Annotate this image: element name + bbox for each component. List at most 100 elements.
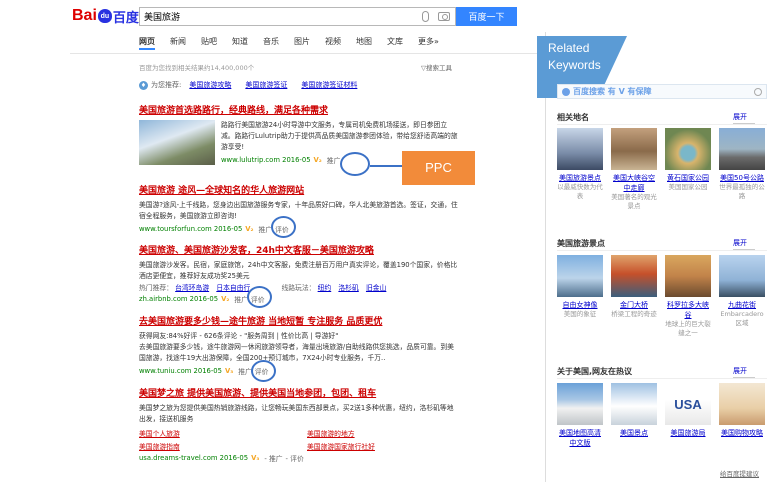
evaluate-link[interactable]: - 评价 [286,453,304,463]
line-link[interactable]: 纽约 [318,284,332,292]
baidu-logo[interactable]: Bai du 百度 [72,6,139,26]
camera-icon[interactable] [438,12,450,21]
tab-web[interactable]: 网页 [139,36,155,50]
v-badge-icon[interactable]: V₃ [251,454,259,462]
place-image[interactable] [719,128,765,170]
tab-map[interactable]: 地图 [356,36,372,50]
sub-link[interactable]: 美国旅游的地方 [307,428,457,438]
section-title: 美国旅游景点 [557,239,605,248]
place-image[interactable] [611,255,657,297]
place-card[interactable]: 金门大桥 桥梁工程的奇迹 [611,255,657,319]
topic-image[interactable]: USA [665,383,711,425]
line-link[interactable]: 旧金山 [366,284,386,292]
place-card[interactable]: 美国大峡谷空中走廊 美国著名的观光景点 [611,128,657,211]
place-image[interactable] [557,255,603,297]
place-card[interactable]: 自由女神像 美国的象征 [557,255,603,319]
place-desc: 美国的象征 [563,310,597,318]
tab-news[interactable]: 新闻 [170,36,186,50]
expand-link[interactable]: 展开 [733,366,755,378]
tab-music[interactable]: 音乐 [263,36,279,50]
sub-link[interactable]: 美国旅游国家旅行社好 [307,441,457,451]
topic-name[interactable]: 美国旅游局 [665,428,711,438]
place-image[interactable] [665,255,711,297]
result-url[interactable]: www.toursforfun.com [139,225,212,233]
tab-more[interactable]: 更多» [418,36,439,50]
topic-image[interactable] [557,383,603,425]
place-image[interactable] [719,255,765,297]
topic-name[interactable]: 美国购物攻略 [719,428,765,438]
hot-link[interactable]: 台湾环岛游 [175,284,209,292]
place-desc: 美国国家公园 [668,183,708,191]
result-title[interactable]: 美国旅游、美国旅游沙发客，24h中文客服－美国旅游攻略 [139,243,459,256]
tab-video[interactable]: 视频 [325,36,341,50]
recommend-link[interactable]: 美国旅游攻略 [189,80,231,90]
place-name[interactable]: 美国大峡谷空中走廊 [611,173,657,193]
topic-image[interactable] [719,383,765,425]
result-url-line: usa.dreams-travel.com 2016-05 V₃ - 推广 - … [139,453,459,463]
place-name[interactable]: 黄石国家公园 [665,173,711,183]
topic-name[interactable]: 美国景点 [611,428,657,438]
search-button[interactable]: 百度一下 [456,7,517,26]
place-card[interactable]: 美国旅游景点 以最威快数为代表 [557,128,603,201]
result-thumbnail[interactable] [139,120,215,165]
search-tools-button[interactable]: ▽搜索工具 [421,62,452,72]
result-title[interactable]: 美国梦之旅 提供美国旅游、提供美国当地参团，包团、租车 [139,386,459,399]
section-divider [557,250,767,251]
tab-zhidao[interactable]: 知道 [232,36,248,50]
sub-link[interactable]: 美国个人旅游 [139,428,307,438]
result-title[interactable]: 美国旅游首选路路行，经典路线，满足各种需求 [139,103,459,116]
v-badge-icon[interactable]: V₂ [245,225,253,233]
v-badge-icon[interactable]: V₂ [221,295,229,303]
place-card[interactable]: 黄石国家公园 美国国家公园 [665,128,711,192]
ad-label[interactable]: - 推广 [264,453,282,463]
place-name[interactable]: 科罗拉多大峡谷 [665,300,711,320]
topic-card[interactable]: 美国景点 [611,383,657,438]
result-url-line: www.tuniu.com 2016-05 V₃ 推广 评价 [139,366,459,376]
tab-images[interactable]: 图片 [294,36,310,50]
tab-tieba[interactable]: 贴吧 [201,36,217,50]
result-url[interactable]: usa.dreams-travel.com [139,454,218,462]
result-title[interactable]: 去美国旅游要多少钱—途牛旅游 当地短暂 专注服务 品质更优 [139,314,459,327]
line-link[interactable]: 洛杉矶 [338,284,358,292]
place-card[interactable]: 科罗拉多大峡谷 地球上的巨大裂缝之一 [665,255,711,338]
tab-wenku[interactable]: 文库 [387,36,403,50]
trust-banner[interactable]: 百度搜索 有 V 有保障 [557,84,767,99]
feedback-link[interactable]: 给百度提建议 [720,468,759,478]
ppc-highlight-ring [271,216,296,238]
microphone-icon[interactable] [422,11,429,22]
ad-label[interactable]: 推广 [327,155,341,165]
topic-name[interactable]: 美国地图高清中文版 [557,428,603,448]
v-badge-icon[interactable]: V₃ [225,367,233,375]
place-name[interactable]: 九曲花街 [719,300,765,310]
v-badge-icon[interactable]: V₂ [314,156,322,164]
expand-link[interactable]: 展开 [733,238,755,250]
place-card[interactable]: 美国50号公路 世界最孤独的公路 [719,128,765,201]
place-name[interactable]: 美国50号公路 [719,173,765,183]
search-input[interactable] [140,8,410,25]
hot-link[interactable]: 日本自由行 [216,284,250,292]
ad-label[interactable]: 推广 [234,294,248,304]
expand-link[interactable]: 展开 [733,112,755,124]
place-desc: 地球上的巨大裂缝之一 [665,320,711,337]
result-url[interactable]: www.tuniu.com [139,367,191,375]
topic-card[interactable]: USA 美国旅游局 [665,383,711,438]
ad-label[interactable]: 推广 [238,366,252,376]
recommend-bar: ♦ 为您推荐: 美国旅游攻略 美国旅游签证 美国旅游签证材料 [139,80,371,90]
place-image[interactable] [665,128,711,170]
place-card[interactable]: 九曲花街 Embarcadero区域 [719,255,765,328]
place-name[interactable]: 金门大桥 [611,300,657,310]
place-name[interactable]: 美国旅游景点 [557,173,603,183]
place-name[interactable]: 自由女神像 [557,300,603,310]
result-url[interactable]: zh.airbnb.com [139,295,188,303]
topic-card[interactable]: 美国购物攻略 [719,383,765,438]
result-url[interactable]: www.lulutrip.com [221,156,280,164]
search-result: 美国旅游、美国旅游沙发客，24h中文客服－美国旅游攻略 美国旅游沙发客。民宿，家… [139,243,459,304]
info-icon[interactable] [754,88,762,96]
sub-link[interactable]: 美国旅游指南 [139,441,307,451]
place-image[interactable] [557,128,603,170]
topic-image[interactable] [611,383,657,425]
recommend-link[interactable]: 美国旅游签证材料 [301,80,357,90]
place-image[interactable] [611,128,657,170]
recommend-link[interactable]: 美国旅游签证 [245,80,287,90]
topic-card[interactable]: 美国地图高清中文版 [557,383,603,448]
